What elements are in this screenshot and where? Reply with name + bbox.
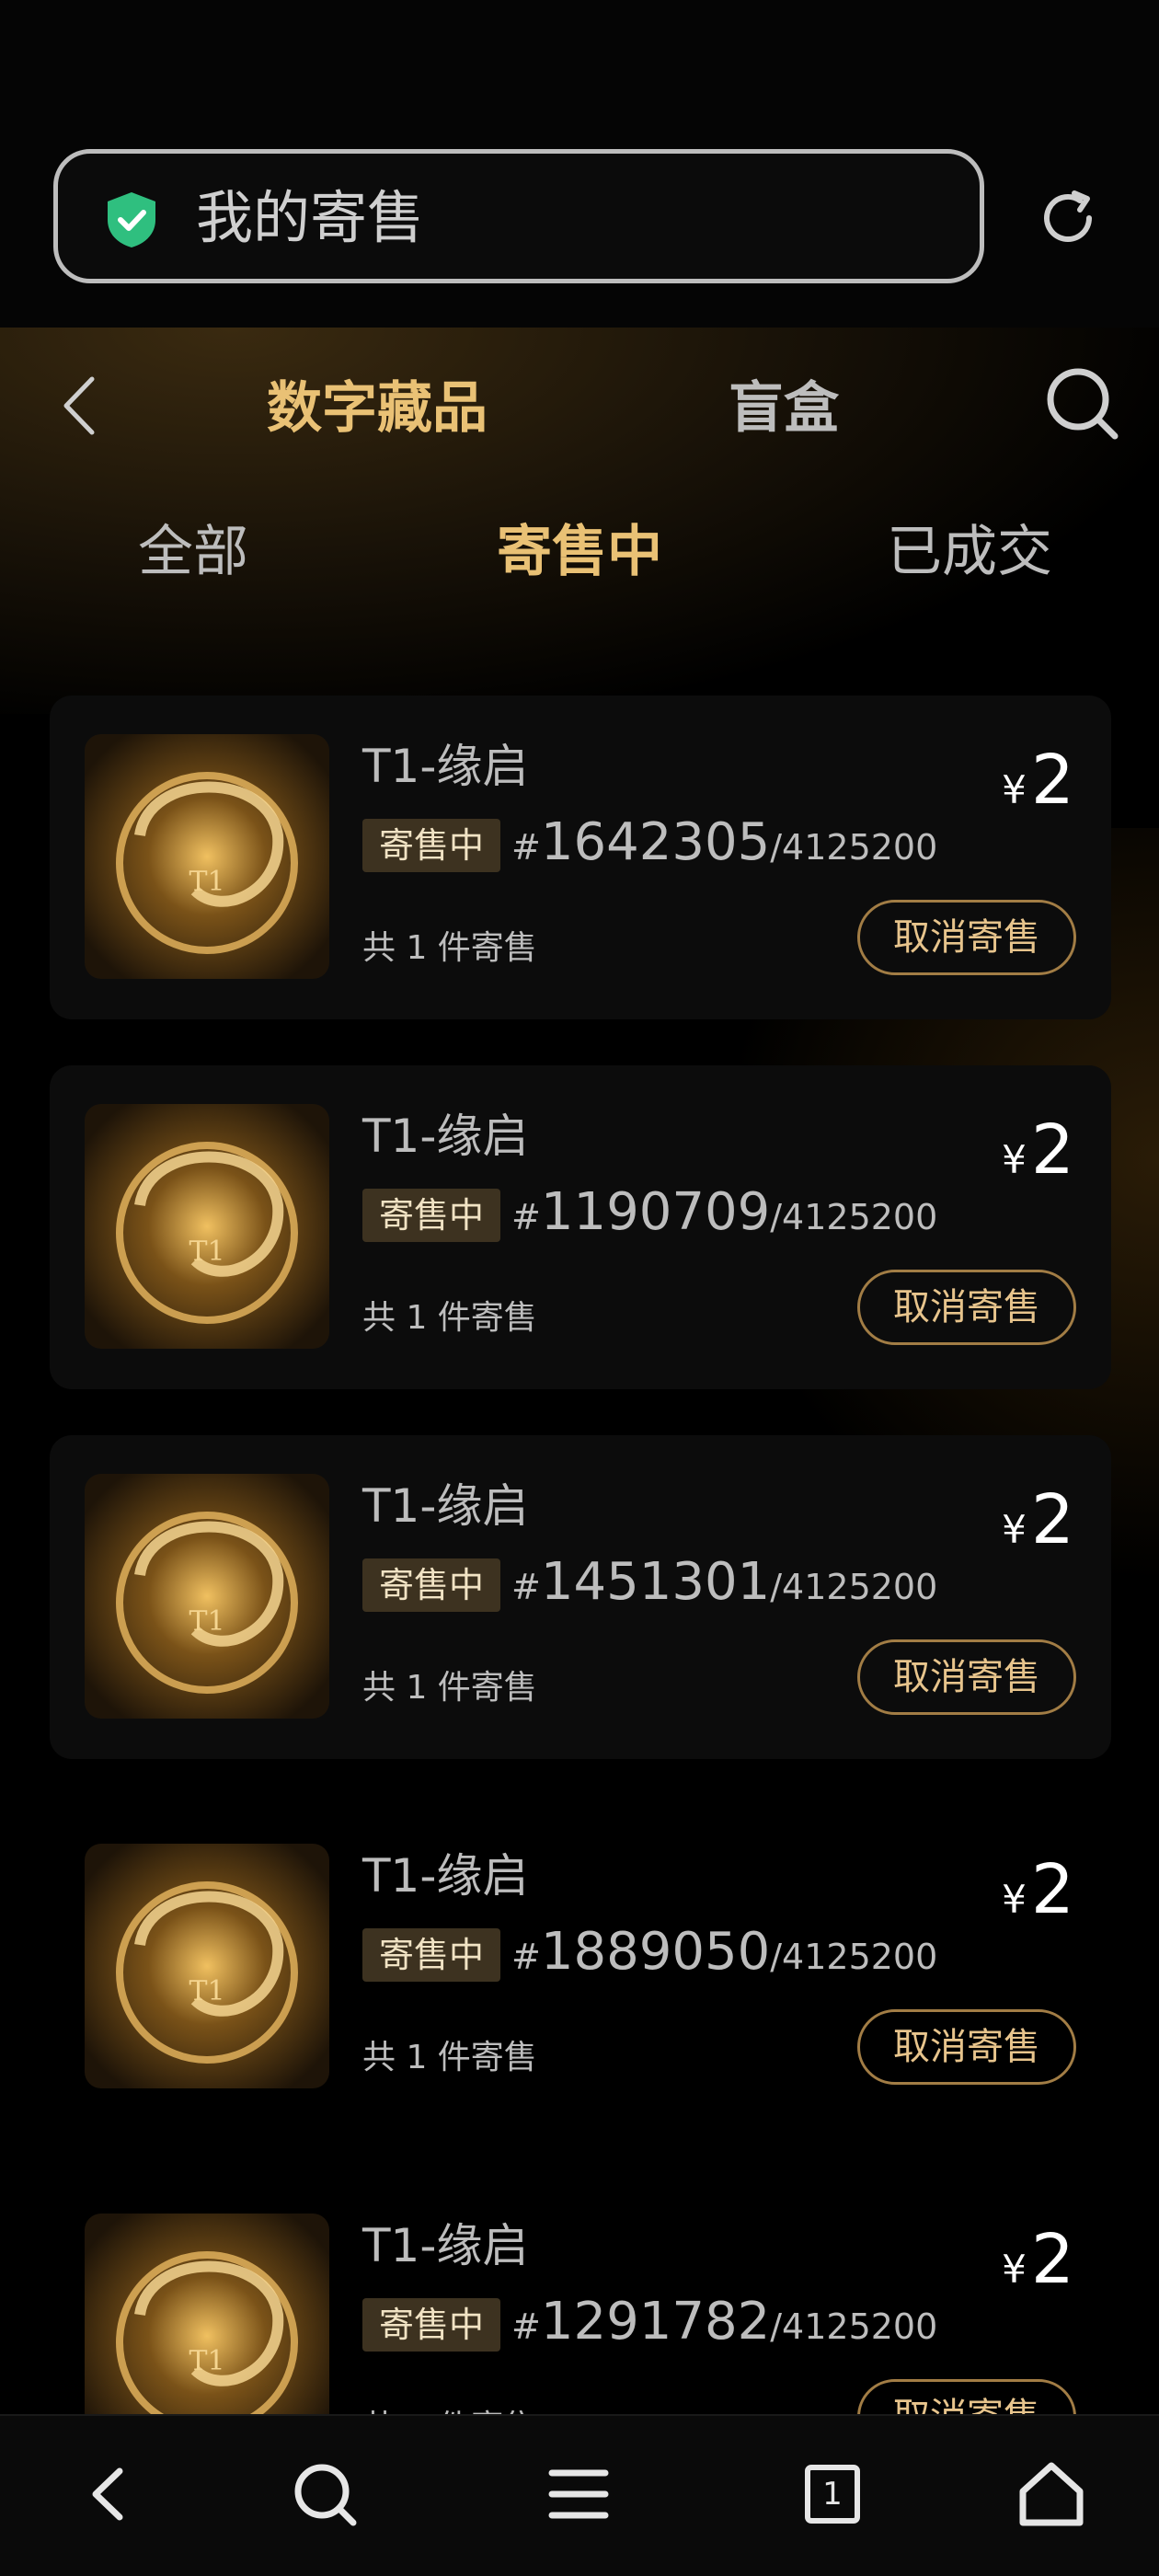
tab-count: 1 <box>822 2476 843 2513</box>
page-header: 数字藏品 盲盒 全部 寄售中 已成交 <box>0 328 1159 714</box>
menu-icon[interactable] <box>537 2453 620 2536</box>
consignment-card[interactable]: T1 T1-缘启 寄售中 #1451301/4125200 共 1 件寄售 ¥ … <box>50 1435 1111 1759</box>
serial-number: #1291782/4125200 <box>511 2292 938 2352</box>
status-badge: 寄售中 <box>362 2298 501 2352</box>
item-thumbnail: T1 <box>85 734 329 979</box>
back-icon[interactable] <box>57 374 99 438</box>
item-thumbnail: T1 <box>85 1474 329 1719</box>
cancel-consignment-button[interactable]: 取消寄售 <box>857 900 1076 975</box>
subtab-on-sale[interactable]: 寄售中 <box>497 506 662 598</box>
browser-top-bar: 我的寄售 <box>0 0 1159 328</box>
status-badge: 寄售中 <box>362 1928 501 1982</box>
item-price: ¥ 2 <box>1002 2220 1074 2299</box>
serial-number: #1642305/4125200 <box>511 812 938 872</box>
back-nav-icon[interactable] <box>66 2453 149 2536</box>
cancel-consignment-button[interactable]: 取消寄售 <box>857 1270 1076 1345</box>
item-thumbnail: T1 <box>85 1104 329 1349</box>
svg-text:T1: T1 <box>189 2345 224 2377</box>
item-name: T1-缘启 <box>362 740 529 793</box>
tab-blind-box[interactable]: 盲盒 <box>729 362 839 454</box>
consignment-count: 共 1 件寄售 <box>362 2039 537 2076</box>
svg-text:T1: T1 <box>189 866 224 898</box>
consignment-card[interactable]: T1 T1-缘启 寄售中 #1889050/4125200 共 1 件寄售 ¥ … <box>50 1805 1111 2129</box>
item-price: ¥ 2 <box>1002 741 1074 820</box>
item-thumbnail: T1 <box>85 1844 329 2088</box>
reload-icon[interactable] <box>1036 186 1100 250</box>
consignment-count: 共 1 件寄售 <box>362 1669 537 1707</box>
serial-number: #1190709/4125200 <box>511 1182 938 1242</box>
address-bar[interactable]: 我的寄售 <box>53 149 984 283</box>
serial-number: #1889050/4125200 <box>511 1922 938 1982</box>
item-name: T1-缘启 <box>362 1110 529 1163</box>
page: 我的寄售 数字藏品 盲盒 全部 寄售中 已成交 T1 T1-缘启 寄售中 #16… <box>0 0 1159 2576</box>
address-text: 我的寄售 <box>196 184 425 251</box>
item-price: ¥ 2 <box>1002 1480 1074 1559</box>
status-badge: 寄售中 <box>362 1558 501 1612</box>
svg-text:T1: T1 <box>189 1236 224 1268</box>
consignment-card[interactable]: T1 T1-缘启 寄售中 #1190709/4125200 共 1 件寄售 ¥ … <box>50 1065 1111 1389</box>
serial-number: #1451301/4125200 <box>511 1552 938 1612</box>
item-price: ¥ 2 <box>1002 1110 1074 1190</box>
search-icon[interactable] <box>1043 364 1120 442</box>
tab-digital-collectibles[interactable]: 数字藏品 <box>267 362 488 454</box>
status-badge: 寄售中 <box>362 1189 501 1242</box>
svg-text:T1: T1 <box>189 1605 224 1638</box>
item-name: T1-缘启 <box>362 1479 529 1533</box>
search-nav-icon[interactable] <box>283 2453 366 2536</box>
svg-text:T1: T1 <box>189 1975 224 2007</box>
shield-check-icon <box>108 192 155 247</box>
consignment-count: 共 1 件寄售 <box>362 929 537 967</box>
item-price: ¥ 2 <box>1002 1850 1074 1929</box>
bottom-navigation: 1 <box>0 2414 1159 2576</box>
item-name: T1-缘启 <box>362 1849 529 1903</box>
consignment-card[interactable]: T1 T1-缘启 寄售中 #1642305/4125200 共 1 件寄售 ¥ … <box>50 696 1111 1019</box>
cancel-consignment-button[interactable]: 取消寄售 <box>857 2009 1076 2085</box>
status-badge: 寄售中 <box>362 819 501 872</box>
subtab-sold[interactable]: 已成交 <box>887 506 1052 598</box>
home-icon[interactable] <box>1010 2453 1093 2536</box>
item-name: T1-缘启 <box>362 2219 529 2272</box>
cancel-consignment-button[interactable]: 取消寄售 <box>857 1639 1076 1715</box>
consignment-count: 共 1 件寄售 <box>362 1299 537 1337</box>
subtab-all[interactable]: 全部 <box>138 506 248 598</box>
tabs-button[interactable]: 1 <box>791 2453 874 2536</box>
